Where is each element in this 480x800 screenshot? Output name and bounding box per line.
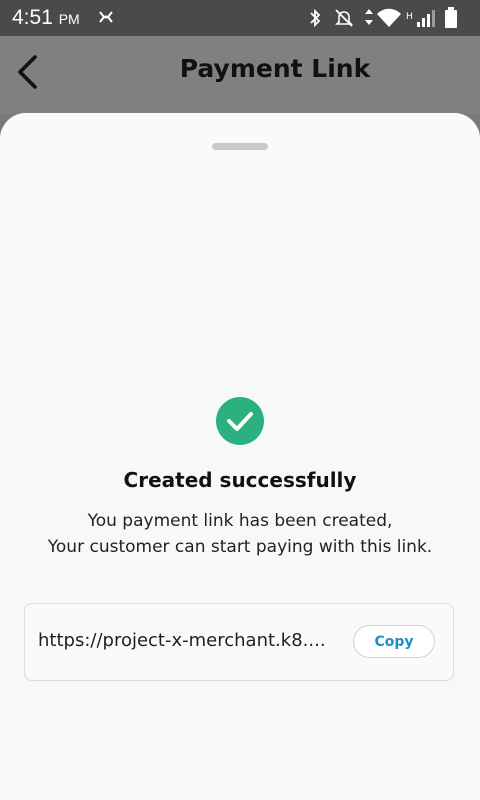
page-title: Payment Link [0, 54, 480, 83]
status-time-ampm: PM [58, 11, 80, 27]
silent-bell-icon [335, 9, 353, 27]
header: Payment Link [0, 36, 480, 154]
network-type: H [406, 12, 413, 22]
sheet-header [0, 113, 480, 173]
data-arrows-icon [365, 9, 373, 25]
success-title: Created successfully [123, 468, 357, 492]
bottom-sheet: Created successfully You payment link ha… [0, 113, 480, 800]
success-description: You payment link has been created, Your … [0, 508, 480, 560]
success-description-line2: Your customer can start paying with this… [47, 537, 433, 557]
drag-handle[interactable] [212, 143, 268, 150]
signal-broadcast-icon [99, 11, 113, 23]
status-time-value: 4:51 [12, 6, 53, 29]
status-time: 4:51 PM [12, 6, 80, 30]
bluetooth-icon [310, 8, 321, 28]
success-description-line1: You payment link has been created, [87, 511, 393, 531]
cell-signal-icon [417, 10, 435, 27]
copy-button[interactable]: Copy [353, 625, 435, 658]
status-bar: 4:51 PM H [0, 0, 480, 36]
payment-link-box: https://project-x-merchant.k8.... Copy [24, 603, 454, 681]
wifi-icon [377, 8, 401, 27]
status-icons: H [308, 7, 470, 29]
page-title-text: Payment Link [179, 54, 371, 83]
check-circle-icon [216, 397, 264, 445]
battery-icon [445, 7, 457, 28]
payment-link-text[interactable]: https://project-x-merchant.k8.... [38, 630, 326, 651]
